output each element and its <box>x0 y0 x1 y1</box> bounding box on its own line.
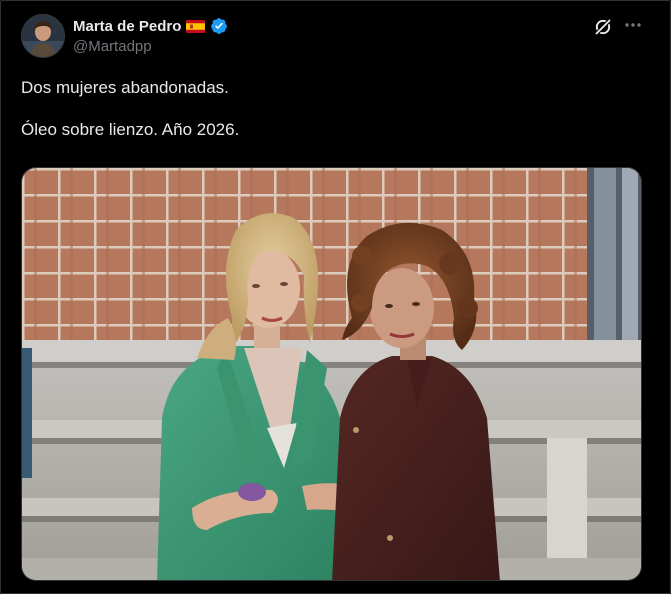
verified-badge-icon[interactable] <box>210 17 228 35</box>
tweet-card: Marta de Pedro @Martadpp Dos mujeres aba… <box>0 0 671 594</box>
spain-flag-icon <box>186 19 206 33</box>
tweet-photo[interactable] <box>21 167 642 581</box>
photo-image <box>22 168 641 580</box>
author-line: Marta de Pedro <box>73 15 228 37</box>
tweet-text-line: Óleo sobre lienzo. Año 2026. <box>21 120 240 139</box>
author-handle[interactable]: @Martadpp <box>73 38 152 55</box>
tweet-text-line: Dos mujeres abandonadas. <box>21 78 229 97</box>
tweet-text: Dos mujeres abandonadas. Óleo sobre lien… <box>21 77 641 140</box>
author-display-name[interactable]: Marta de Pedro <box>73 18 181 35</box>
grok-icon[interactable] <box>593 17 613 37</box>
more-options-icon[interactable] <box>622 15 644 35</box>
author-avatar[interactable] <box>21 14 65 58</box>
avatar-image <box>22 15 64 57</box>
